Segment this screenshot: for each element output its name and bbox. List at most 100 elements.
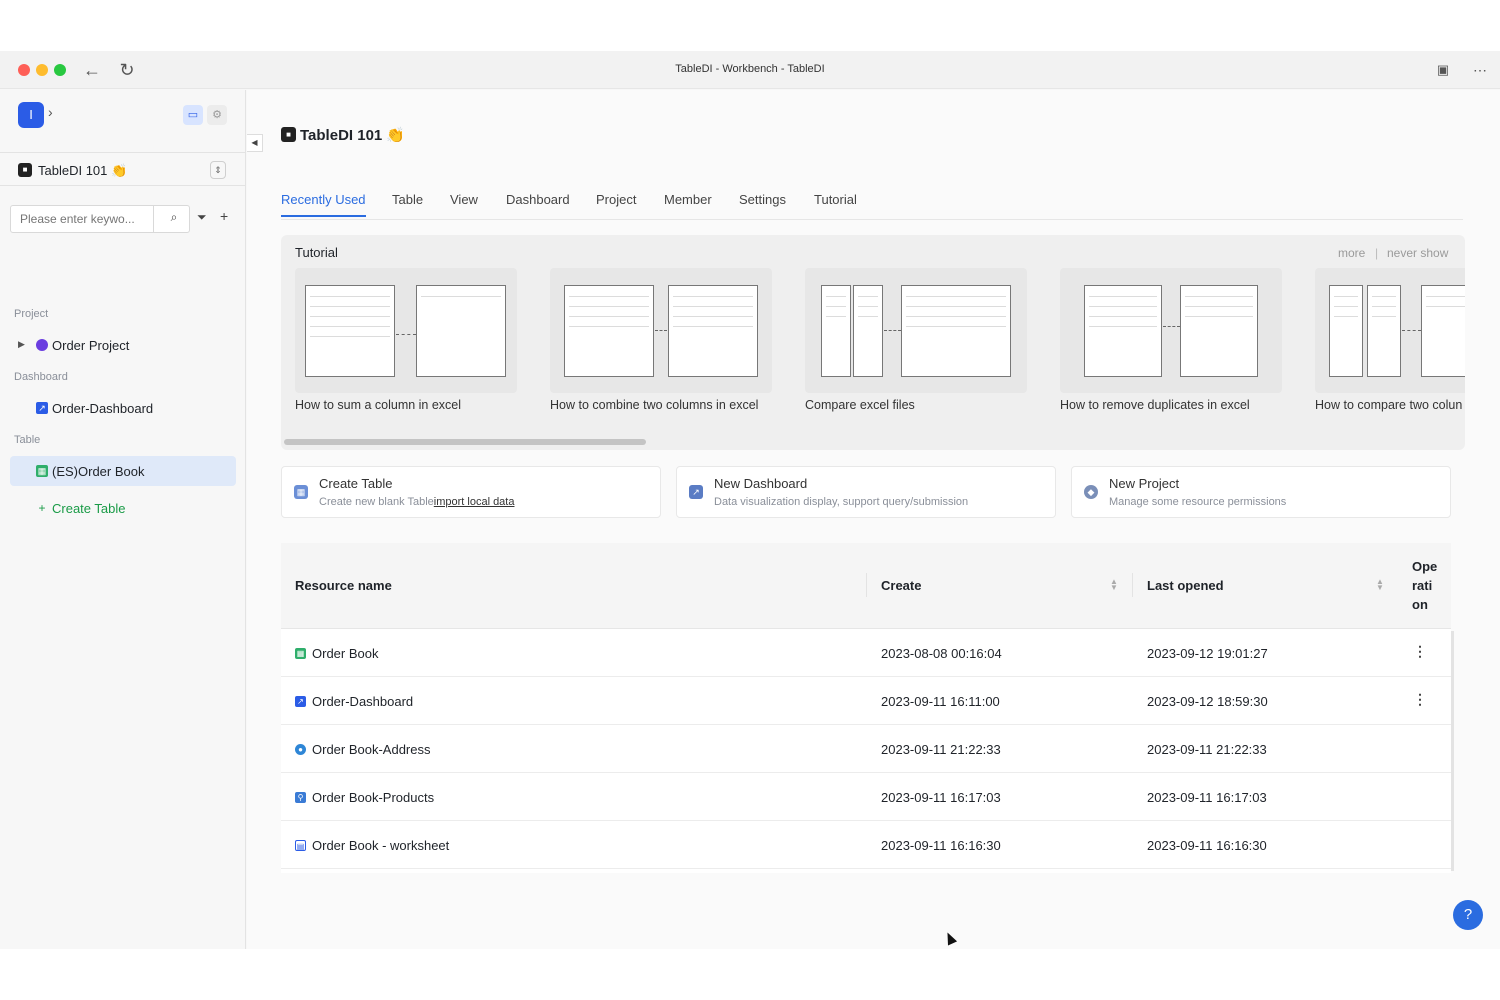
sidebar-item-order-project[interactable]: ▶ Order Project	[10, 330, 236, 360]
sheet-thumbnail	[1180, 285, 1258, 377]
resource-name[interactable]: Order Book-Address	[312, 742, 431, 757]
tutorial-card-thumbnail[interactable]	[805, 268, 1027, 393]
table-row[interactable]: ⚲ Order Book-Products 2023-09-11 16:17:0…	[281, 773, 1451, 821]
new-project-card[interactable]: ◆ New Project Manage some resource permi…	[1071, 466, 1451, 518]
sheet-thumbnail	[416, 285, 506, 377]
tab-tutorial[interactable]: Tutorial	[814, 192, 857, 215]
tab-recently-used[interactable]: Recently Used	[281, 192, 366, 217]
sidebar-item-order-book[interactable]: ▦ (ES)Order Book	[10, 456, 236, 486]
caret-right-icon[interactable]: ▶	[18, 339, 25, 350]
create-time: 2023-09-11 16:11:00	[881, 694, 1000, 709]
section-label-project: Project	[14, 308, 49, 320]
tree-icon: ⚲	[295, 792, 306, 803]
more-vertical-icon[interactable]: ⋮	[1413, 691, 1427, 708]
create-table-title: Create Table	[319, 476, 393, 491]
tab-member[interactable]: Member	[664, 192, 712, 215]
app-logo[interactable]: I	[18, 102, 44, 128]
resource-name[interactable]: Order Book-Products	[312, 790, 434, 805]
search-input[interactable]	[11, 206, 154, 232]
column-header-create[interactable]: Create	[881, 578, 921, 593]
tutorial-card-thumbnail[interactable]	[1060, 268, 1282, 393]
resource-name[interactable]: Order Book - worksheet	[312, 838, 449, 853]
sheet-thumbnail	[668, 285, 758, 377]
tutorial-card-caption[interactable]: How to remove duplicates in excel	[1060, 398, 1250, 412]
last-opened-time: 2023-09-11 21:22:33	[1147, 742, 1267, 757]
table-add-icon: ▦	[294, 485, 308, 499]
resource-name[interactable]: Order-Dashboard	[312, 694, 413, 709]
monitor-icon[interactable]: ▭	[183, 105, 203, 125]
sidebar-toggle-icon[interactable]: ▣	[1432, 59, 1454, 81]
tutorial-card-caption[interactable]: How to combine two columns in excel	[550, 398, 758, 412]
new-project-desc: Manage some resource permissions	[1109, 496, 1287, 508]
create-table-card[interactable]: ▦ Create Table Create new blank Tableimp…	[281, 466, 661, 518]
sort-icon[interactable]: ▲ ▼	[1110, 578, 1118, 592]
tab-dashboard[interactable]: Dashboard	[506, 192, 570, 215]
table-icon: ▦	[36, 465, 48, 477]
create-table-desc-text: Create new blank Table	[319, 496, 434, 508]
title-bar: ← ↻ TableDI - Workbench - TableDI ▣ ⋯	[0, 51, 1500, 89]
new-dashboard-title: New Dashboard	[714, 476, 808, 491]
last-opened-time: 2023-09-11 16:17:03	[1147, 790, 1267, 805]
horizontal-scrollbar[interactable]	[284, 439, 646, 445]
tutorial-more-link[interactable]: more	[1338, 246, 1365, 260]
workspace-icon: ■	[18, 163, 32, 177]
help-button[interactable]: ?	[1453, 900, 1483, 930]
sheet-thumbnail	[1329, 285, 1363, 377]
resource-name[interactable]: Order Book	[312, 646, 378, 661]
tutorial-card-thumbnail[interactable]	[550, 268, 772, 393]
arrow-connector	[655, 330, 667, 331]
sidebar-item-label: (ES)Order Book	[52, 464, 145, 479]
tutorial-card-caption[interactable]: How to sum a column in excel	[295, 398, 461, 412]
column-divider	[1132, 573, 1133, 597]
worksheet-icon: ▤	[295, 840, 306, 851]
column-header-last-opened[interactable]: Last opened	[1147, 578, 1224, 593]
sheet-thumbnail	[1084, 285, 1162, 377]
vertical-scrollbar[interactable]	[1451, 631, 1454, 871]
column-divider	[866, 573, 867, 597]
table-row[interactable]: ↗ Order-Dashboard 2023-09-11 16:11:00 20…	[281, 677, 1451, 725]
add-icon[interactable]: +	[220, 208, 228, 224]
import-local-data-link[interactable]: import local data	[434, 496, 515, 508]
create-time: 2023-09-11 16:16:30	[881, 838, 1001, 853]
app-window: ← ↻ TableDI - Workbench - TableDI ▣ ⋯ I …	[0, 51, 1500, 949]
chevron-right-icon[interactable]: ›	[48, 104, 53, 120]
tutorial-title: Tutorial	[295, 245, 338, 260]
last-opened-time: 2023-09-11 16:16:30	[1147, 838, 1267, 853]
new-dashboard-desc: Data visualization display, support quer…	[714, 496, 969, 508]
tutorial-card-thumbnail[interactable]	[1315, 268, 1465, 393]
filter-icon[interactable]: ⏷	[197, 210, 207, 225]
separator: |	[1375, 246, 1379, 260]
tutorial-card-thumbnail[interactable]	[295, 268, 517, 393]
create-table-desc: Create new blank Tableimport local data	[319, 496, 514, 508]
tab-view[interactable]: View	[450, 192, 478, 215]
tutorial-never-show-link[interactable]: never show	[1387, 246, 1448, 260]
table-row[interactable]: ▦ Order Book 2023-08-08 00:16:04 2023-09…	[281, 629, 1451, 677]
project-add-icon: ◆	[1084, 485, 1098, 499]
switch-workspace-icon[interactable]: ⇕	[210, 161, 226, 179]
column-header-resource-name: Resource name	[295, 578, 392, 593]
table-row[interactable]: ▤ Order Book - worksheet 2023-09-11 16:1…	[281, 821, 1451, 869]
more-vertical-icon[interactable]: ⋮	[1413, 643, 1427, 660]
settings-gear-icon[interactable]: ⚙	[207, 105, 227, 125]
sidebar-item-order-dashboard[interactable]: ↗ Order-Dashboard	[10, 393, 236, 423]
sheet-thumbnail	[821, 285, 851, 377]
workspace-selector[interactable]: ■ TableDI 101 👏 ⇕	[0, 152, 246, 186]
tutorial-card-caption[interactable]: How to compare two colun	[1315, 398, 1462, 412]
tab-settings[interactable]: Settings	[739, 192, 786, 215]
main-content: ◀ ■ TableDI 101 👏 Recently Used Table Vi…	[247, 90, 1500, 949]
table-row[interactable]: ● Order Book-Address 2023-09-11 21:22:33…	[281, 725, 1451, 773]
new-dashboard-card[interactable]: ↗ New Dashboard Data visualization displ…	[676, 466, 1056, 518]
sort-icon[interactable]: ▲ ▼	[1376, 578, 1384, 592]
column-header-operation-line3: on	[1412, 597, 1428, 612]
dashboard-icon: ↗	[36, 402, 48, 414]
more-menu-icon[interactable]: ⋯	[1469, 59, 1491, 81]
create-table-button[interactable]: + Create Table	[10, 493, 236, 523]
create-table-label: Create Table	[52, 501, 126, 516]
search-icon[interactable]: ⌕	[161, 210, 187, 228]
tutorial-card-caption[interactable]: Compare excel files	[805, 398, 915, 412]
search-box: ⌕	[10, 205, 190, 233]
tab-project[interactable]: Project	[596, 192, 636, 215]
collapse-sidebar-icon[interactable]: ◀	[247, 134, 263, 152]
tab-table[interactable]: Table	[392, 192, 423, 215]
tab-bar: Recently Used Table View Dashboard Proje…	[281, 190, 1463, 220]
